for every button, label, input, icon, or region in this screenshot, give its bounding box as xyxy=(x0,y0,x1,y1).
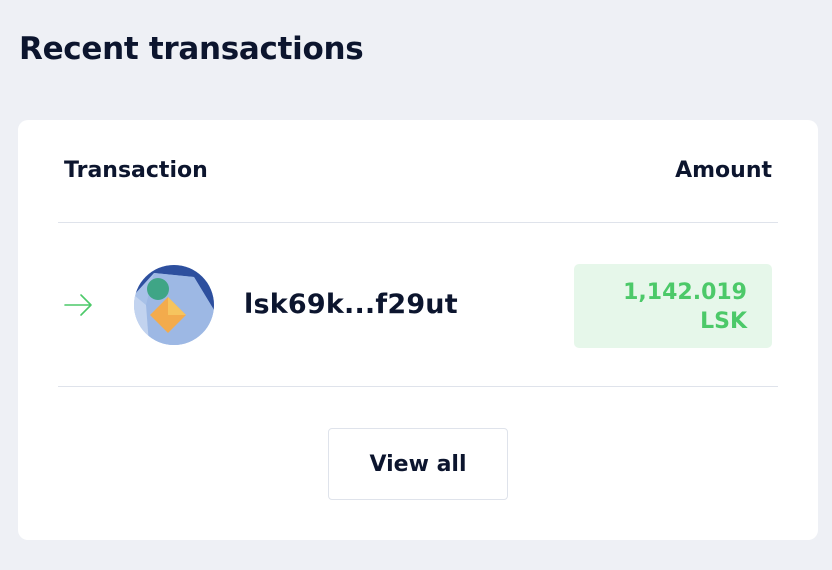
avatar xyxy=(134,265,214,345)
recent-transactions-card: Transaction Amount lsk69k...f29ut 1,142.… xyxy=(18,120,818,540)
page-title: Recent transactions xyxy=(19,31,364,67)
amount-token: LSK xyxy=(700,309,747,334)
view-all-button[interactable]: View all xyxy=(328,428,508,500)
arrow-right-icon xyxy=(64,294,92,316)
amount-value: 1,142.019 xyxy=(623,280,747,305)
column-header-amount: Amount xyxy=(675,158,772,183)
transaction-address[interactable]: lsk69k...f29ut xyxy=(244,287,458,323)
table-header: Transaction Amount xyxy=(58,120,778,223)
table-row[interactable]: lsk69k...f29ut 1,142.019 LSK xyxy=(58,223,778,387)
column-header-transaction: Transaction xyxy=(64,158,208,183)
amount-badge: 1,142.019 LSK xyxy=(574,264,772,348)
